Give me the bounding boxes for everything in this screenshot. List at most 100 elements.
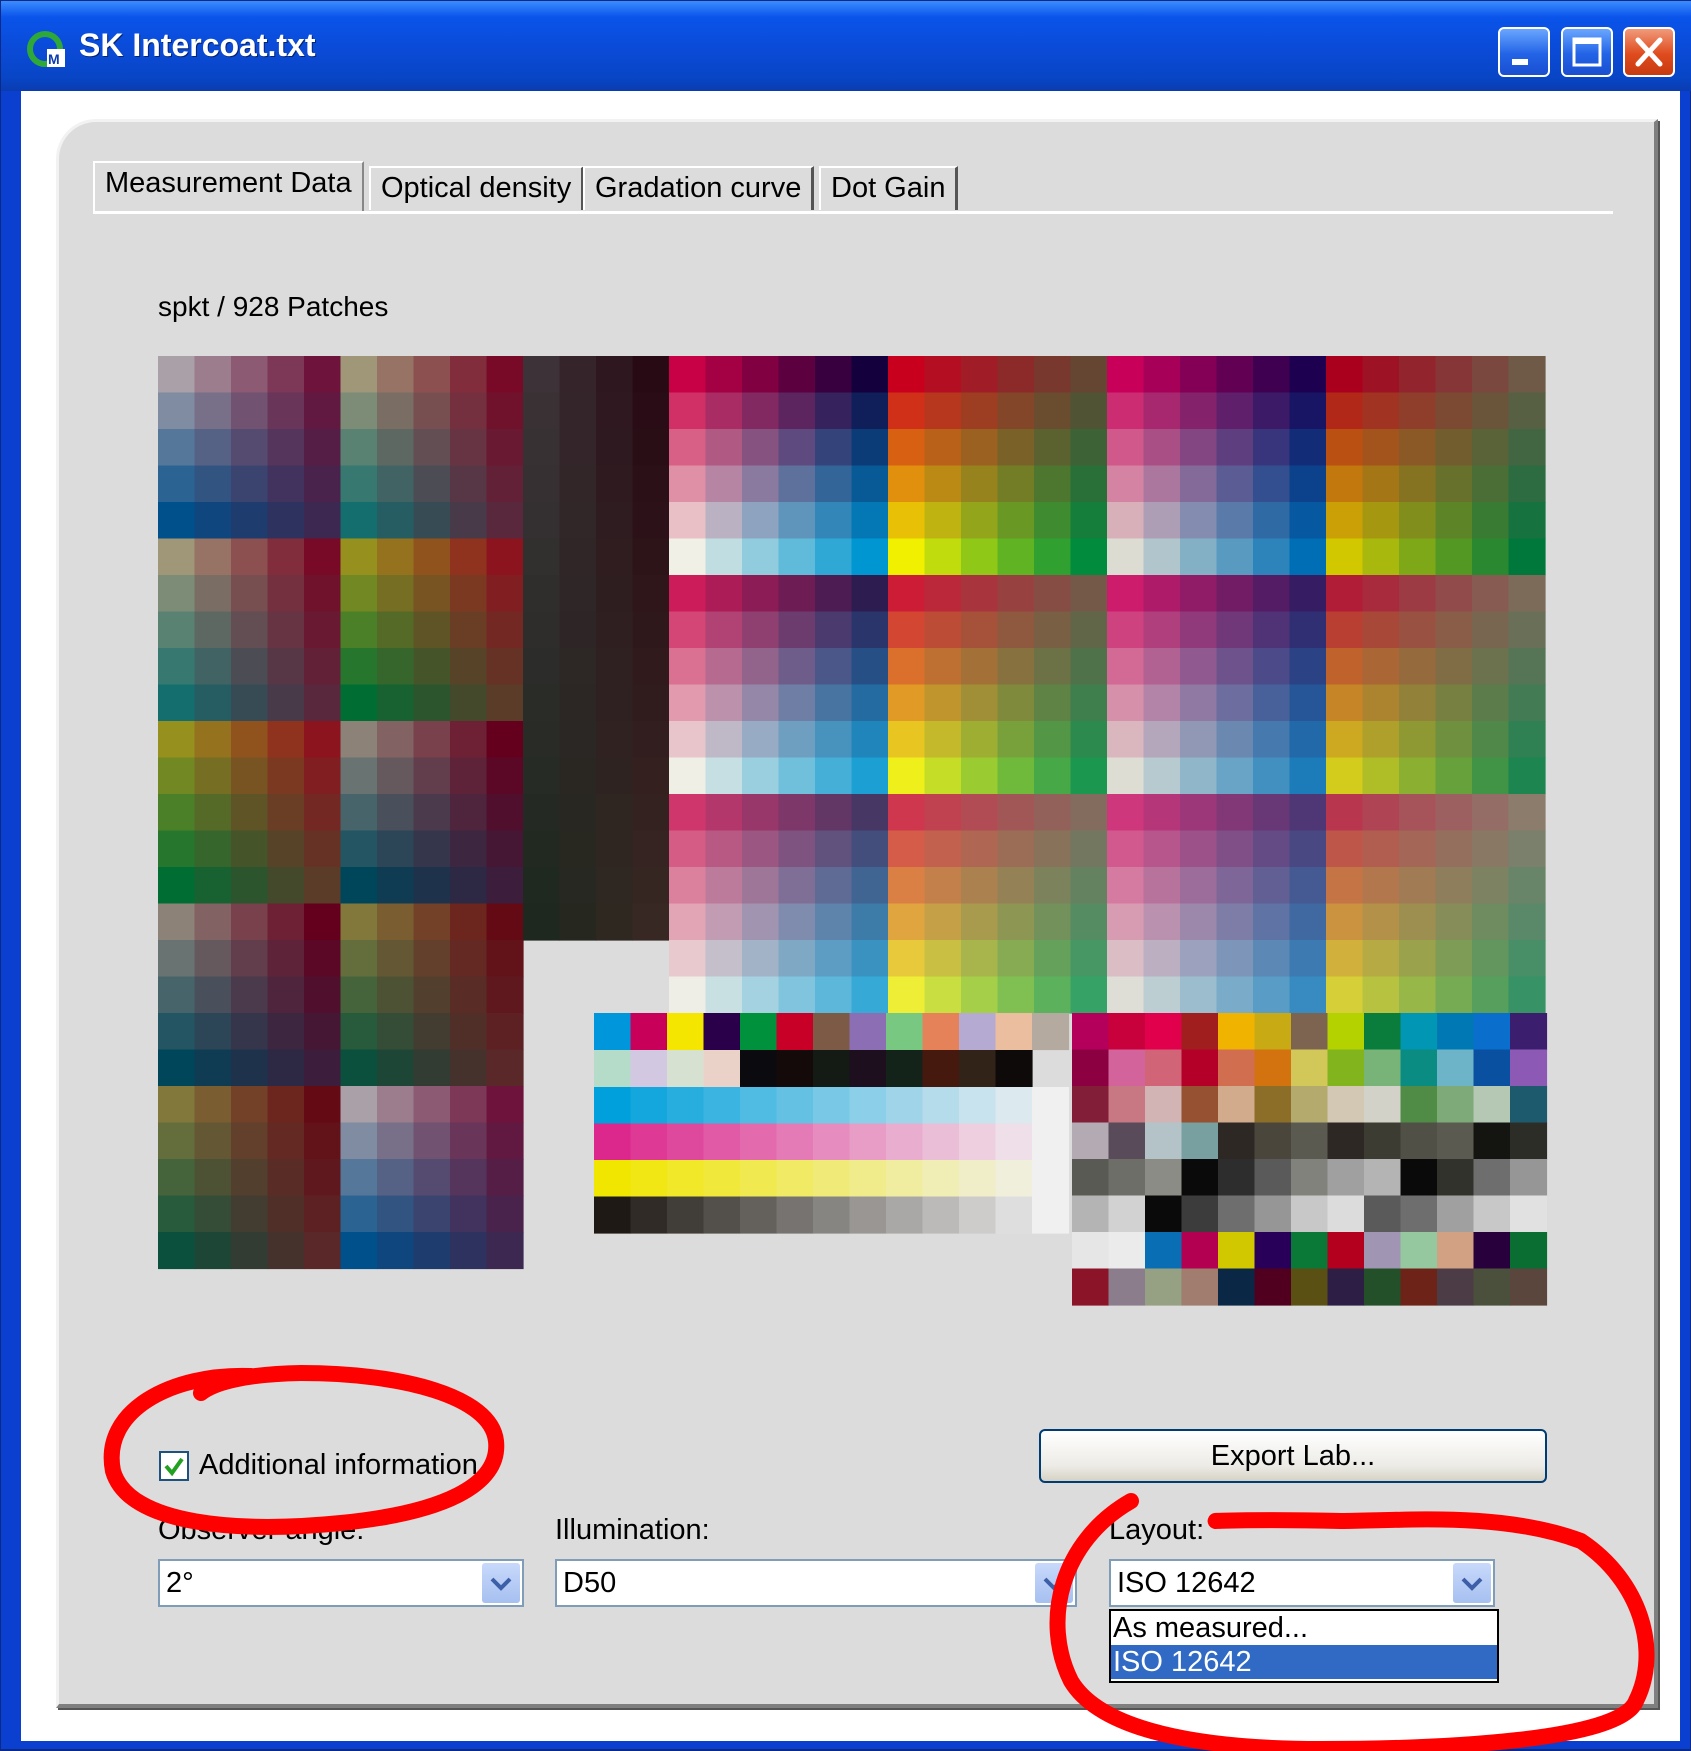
color-patch bbox=[523, 575, 561, 613]
color-patch bbox=[304, 721, 342, 759]
color-patch bbox=[304, 1049, 342, 1087]
color-patch bbox=[1216, 903, 1254, 941]
color-patch bbox=[596, 538, 634, 576]
color-patch bbox=[813, 1013, 851, 1051]
color-patch bbox=[1399, 611, 1437, 649]
layout-option-as-measured[interactable]: As measured... bbox=[1111, 1611, 1497, 1645]
color-patch bbox=[997, 976, 1035, 1014]
color-patch bbox=[632, 356, 670, 394]
color-patch bbox=[304, 757, 342, 795]
chevron-down-icon[interactable] bbox=[482, 1563, 520, 1603]
color-patch bbox=[304, 830, 342, 868]
color-patch bbox=[1072, 1086, 1110, 1124]
color-patch bbox=[995, 1196, 1033, 1234]
export-lab-button[interactable]: Export Lab... bbox=[1039, 1429, 1547, 1483]
color-patch bbox=[1218, 1232, 1256, 1270]
color-patch bbox=[742, 903, 780, 941]
layout-select[interactable]: ISO 12642 bbox=[1109, 1559, 1495, 1607]
color-patch bbox=[1107, 429, 1145, 467]
color-patch bbox=[632, 721, 670, 759]
color-patch bbox=[1508, 867, 1546, 905]
color-patch bbox=[450, 648, 488, 686]
color-patch bbox=[1181, 1159, 1219, 1197]
color-patch bbox=[1327, 1195, 1365, 1233]
chevron-down-icon[interactable] bbox=[1453, 1563, 1491, 1603]
color-patch bbox=[596, 465, 634, 503]
color-patch bbox=[1108, 1086, 1146, 1124]
observer-angle-select[interactable]: 2° bbox=[158, 1559, 524, 1607]
color-patch bbox=[377, 611, 415, 649]
color-patch bbox=[886, 1160, 924, 1198]
color-patch bbox=[1254, 1195, 1292, 1233]
color-patch bbox=[813, 1160, 851, 1198]
additional-information-label[interactable]: Additional information bbox=[199, 1449, 478, 1482]
color-patch bbox=[158, 502, 196, 540]
color-patch bbox=[450, 1195, 488, 1233]
color-patch bbox=[1472, 867, 1510, 905]
additional-information-checkbox[interactable] bbox=[159, 1451, 189, 1481]
color-patch bbox=[1216, 575, 1254, 613]
color-patch bbox=[231, 1122, 269, 1160]
color-patch bbox=[413, 502, 451, 540]
color-patch bbox=[888, 830, 926, 868]
color-patch bbox=[1399, 356, 1437, 394]
color-patch bbox=[231, 1086, 269, 1124]
color-patch bbox=[1472, 648, 1510, 686]
color-patch bbox=[705, 757, 743, 795]
color-patch bbox=[1362, 648, 1400, 686]
color-patch bbox=[1399, 465, 1437, 503]
color-patch bbox=[922, 1123, 960, 1161]
color-patch bbox=[158, 794, 196, 832]
color-patch bbox=[340, 611, 378, 649]
color-patch bbox=[632, 392, 670, 430]
color-patch bbox=[304, 611, 342, 649]
color-patch bbox=[194, 757, 232, 795]
color-patch bbox=[1253, 392, 1291, 430]
color-patch bbox=[1472, 721, 1510, 759]
color-patch bbox=[1437, 1086, 1475, 1124]
color-patch bbox=[632, 648, 670, 686]
color-patch bbox=[231, 392, 269, 430]
color-patch bbox=[1435, 538, 1473, 576]
color-patch bbox=[1216, 830, 1254, 868]
color-patch bbox=[1070, 830, 1108, 868]
color-patch bbox=[1364, 1013, 1402, 1051]
color-patch bbox=[231, 429, 269, 467]
color-patch bbox=[486, 1086, 524, 1124]
color-patch bbox=[813, 1087, 851, 1125]
layout-option-iso-12642[interactable]: ISO 12642 bbox=[1111, 1645, 1497, 1679]
color-patch bbox=[1070, 392, 1108, 430]
color-patch bbox=[742, 867, 780, 905]
color-patch bbox=[158, 356, 196, 394]
layout-dropdown-list[interactable]: As measured... ISO 12642 bbox=[1109, 1609, 1499, 1683]
color-patch bbox=[194, 721, 232, 759]
color-patch bbox=[194, 429, 232, 467]
color-patch bbox=[888, 684, 926, 722]
color-patch bbox=[304, 538, 342, 576]
color-patch bbox=[1508, 611, 1546, 649]
color-patch bbox=[849, 1196, 887, 1234]
color-patch bbox=[1032, 1196, 1070, 1234]
color-patch bbox=[377, 648, 415, 686]
color-patch bbox=[1181, 1195, 1219, 1233]
color-patch bbox=[742, 940, 780, 978]
color-patch bbox=[669, 721, 707, 759]
color-patch bbox=[669, 976, 707, 1014]
color-patch bbox=[594, 1123, 632, 1161]
color-patch bbox=[888, 794, 926, 832]
color-patch bbox=[304, 1086, 342, 1124]
color-patch bbox=[669, 538, 707, 576]
illumination-select[interactable]: D50 bbox=[555, 1559, 1077, 1607]
color-patch bbox=[486, 721, 524, 759]
color-patch bbox=[1362, 721, 1400, 759]
color-patch bbox=[1180, 538, 1218, 576]
color-patch bbox=[1216, 538, 1254, 576]
color-patch bbox=[961, 721, 999, 759]
color-patch bbox=[559, 830, 597, 868]
color-patch bbox=[1291, 1195, 1329, 1233]
color-patch bbox=[1435, 648, 1473, 686]
color-patch bbox=[1399, 903, 1437, 941]
color-patch bbox=[669, 830, 707, 868]
color-patch bbox=[304, 1159, 342, 1197]
chevron-down-icon[interactable] bbox=[1035, 1563, 1073, 1603]
